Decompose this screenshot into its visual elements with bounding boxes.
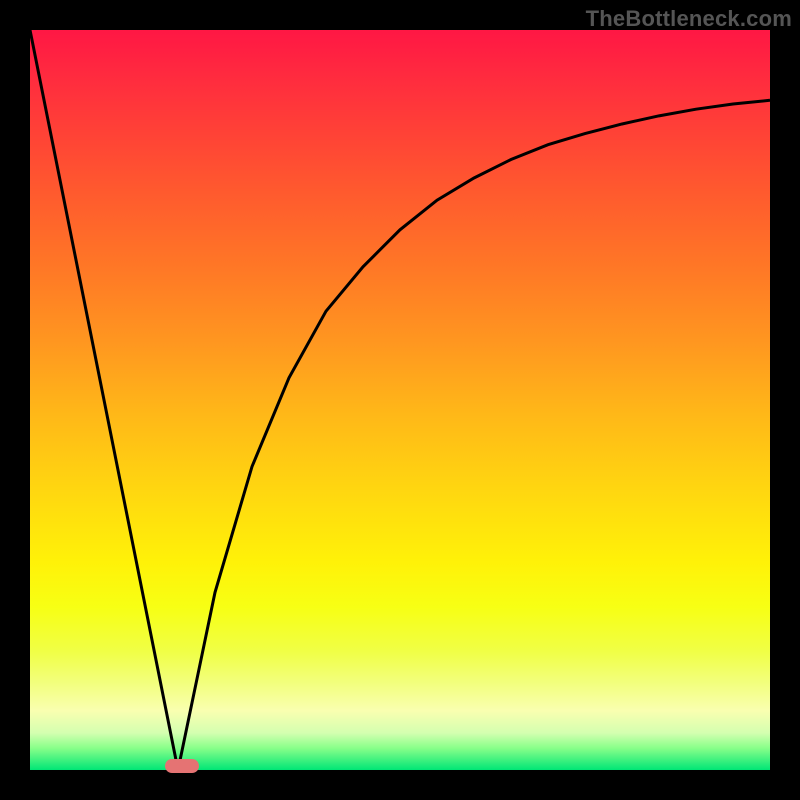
bottleneck-curve <box>30 30 770 770</box>
plot-area <box>30 30 770 770</box>
watermark-text: TheBottleneck.com <box>586 6 792 32</box>
chart-frame: TheBottleneck.com <box>0 0 800 800</box>
minimum-marker <box>165 759 199 773</box>
